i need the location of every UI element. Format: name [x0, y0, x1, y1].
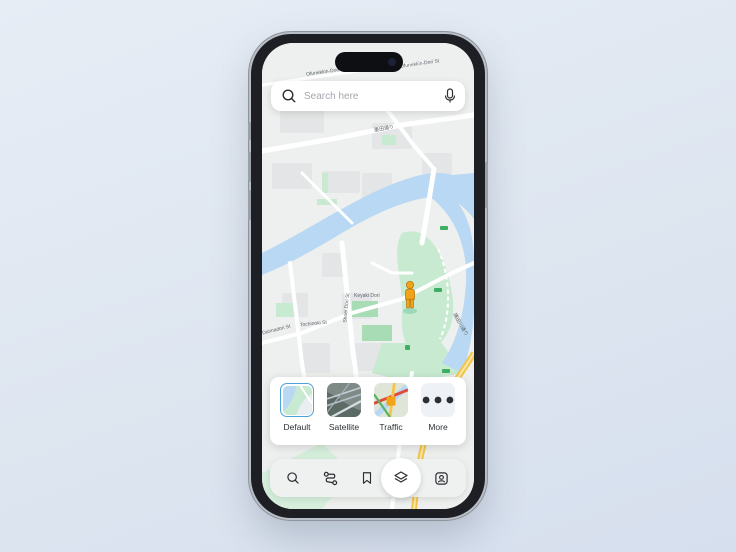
power-button	[485, 162, 488, 208]
tab-layers[interactable]	[381, 458, 421, 498]
tab-saved[interactable]	[358, 469, 376, 487]
search-bar[interactable]: Search here	[271, 81, 465, 111]
map-type-more[interactable]: More	[416, 383, 460, 432]
traffic-map-icon	[374, 383, 408, 417]
more-icon	[422, 396, 454, 404]
more-thumbnail[interactable]	[421, 383, 455, 417]
layers-icon	[394, 471, 408, 483]
volume-down-button	[248, 190, 251, 220]
camera-icon	[388, 58, 396, 66]
phone-screen: Ofunekkin-Dori St Ofunekkin-Dori St 墨田通り…	[262, 43, 474, 509]
street-label: Keyaki Dori	[354, 293, 380, 299]
map-type-label: More	[428, 422, 448, 432]
search-icon	[287, 472, 299, 484]
default-map-icon	[282, 385, 312, 415]
map-type-label: Traffic	[379, 422, 403, 432]
search-input[interactable]: Search here	[304, 91, 443, 102]
map-type-satellite[interactable]: Satellite	[322, 383, 366, 432]
map-type-default[interactable]: Default	[275, 383, 319, 432]
route-icon	[323, 471, 337, 485]
map-type-panel: Default Satellite Traffic More	[270, 377, 466, 445]
satellite-map-icon	[327, 383, 361, 417]
tab-search[interactable]	[284, 469, 302, 487]
volume-up-button	[248, 152, 251, 182]
tab-directions[interactable]	[321, 469, 339, 487]
tab-profile[interactable]	[432, 469, 450, 487]
default-map-thumbnail[interactable]	[280, 383, 314, 417]
action-button	[248, 122, 251, 140]
map-type-label: Satellite	[328, 422, 360, 432]
dynamic-island	[335, 52, 403, 72]
satellite-map-thumbnail[interactable]	[327, 383, 361, 417]
search-icon	[282, 89, 296, 103]
profile-icon	[434, 471, 448, 485]
map-type-traffic[interactable]: Traffic	[369, 383, 413, 432]
map-type-label: Default	[283, 422, 311, 432]
traffic-map-thumbnail[interactable]	[374, 383, 408, 417]
phone-frame: Ofunekkin-Dori St Ofunekkin-Dori St 墨田通り…	[248, 34, 488, 518]
bookmark-icon	[362, 472, 372, 484]
microphone-icon[interactable]	[443, 88, 457, 104]
bottom-tab-bar	[270, 458, 466, 498]
